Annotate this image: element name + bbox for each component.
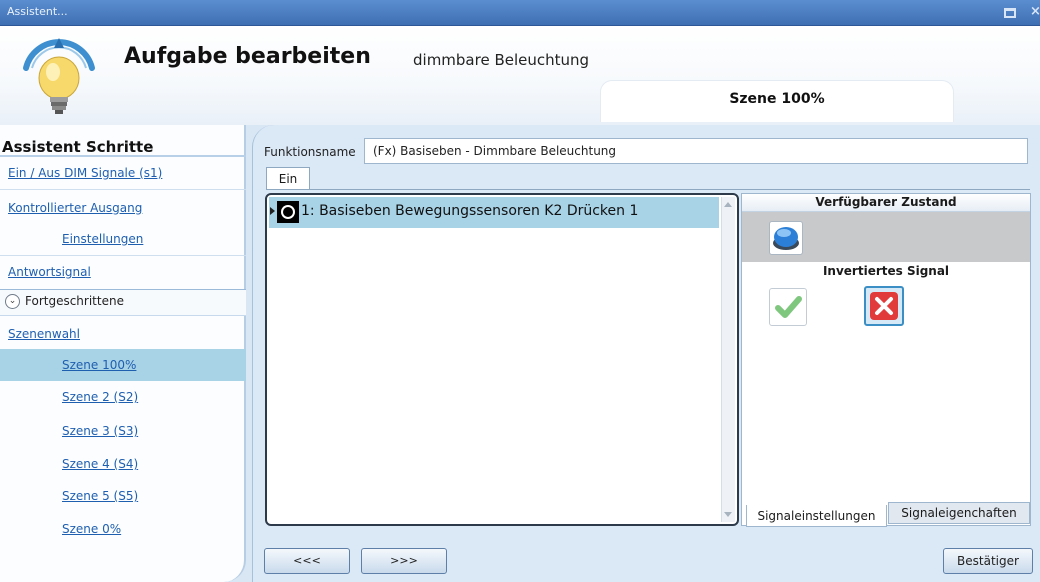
list-item-label: 1: Basiseben Bewegungssensoren K2 Drücke… [301,203,639,219]
vertical-scrollbar[interactable] [721,197,735,522]
function-name-label: Funktionsname [264,145,356,159]
page-subtitle: dimmbare Beleuchtung [413,51,590,69]
nav-item-response-signal[interactable]: Antwortsignal [8,265,91,279]
nav-item-controlled-output[interactable]: Kontrollierter Ausgang [8,201,142,215]
cross-icon[interactable] [864,286,904,326]
lightbulb-icon [14,34,104,120]
next-button[interactable]: >>> [361,548,447,574]
tab-signal-settings[interactable]: Signaleinstellungen [746,505,887,527]
nav-item-scene-5[interactable]: Szene 5 (S5) [62,489,138,503]
checkmark-icon[interactable] [769,288,807,326]
scene-tab: Szene 100% [600,80,954,122]
inverted-signal-heading: Invertiertes Signal [742,262,1030,280]
window-title: Assistent... [7,5,68,18]
push-button-sensor-icon [277,201,299,223]
divider [266,189,1030,190]
window-titlebar [0,0,1040,26]
divider [0,189,246,190]
nav-item-scene-2[interactable]: Szene 2 (S2) [62,390,138,404]
maximize-icon[interactable] [1004,8,1016,18]
close-icon[interactable]: × [1030,4,1040,19]
tab-signal-properties[interactable]: Signaleigenchaften [888,502,1030,524]
sidebar-title: Assistent Schritte [2,138,154,156]
divider [0,255,246,256]
nav-item-scene-0[interactable]: Szene 0% [62,522,121,536]
expand-arrow-icon[interactable] [270,207,275,215]
nav-item-scene-100[interactable]: Szene 100% [62,358,136,372]
signal-list[interactable] [265,193,739,526]
function-name-input[interactable] [364,138,1028,164]
available-state-heading: Verfügbarer Zustand [742,194,1030,212]
divider [0,155,246,157]
scroll-down-icon[interactable] [724,512,732,517]
nav-item-scene-4[interactable]: Szene 4 (S4) [62,457,138,471]
scroll-up-icon[interactable] [724,202,732,207]
tab-ein[interactable]: Ein [266,167,310,190]
chevron-down-icon[interactable]: ⌄ [5,294,20,309]
nav-item-on-off-dim-signals[interactable]: Ein / Aus DIM Signale (s1) [8,166,162,180]
confirm-button[interactable]: Bestätiger [943,548,1033,574]
push-button-icon[interactable] [769,221,803,255]
nav-item-scene-select[interactable]: Szenenwahl [8,327,80,341]
page-title: Aufgabe bearbeiten [124,44,371,69]
advanced-section-label: Fortgeschrittene [25,294,124,308]
nav-item-scene-3[interactable]: Szene 3 (S3) [62,424,138,438]
nav-item-settings[interactable]: Einstellungen [62,232,143,246]
back-button[interactable]: <<< [264,548,350,574]
scene-tab-label: Szene 100% [729,91,825,107]
